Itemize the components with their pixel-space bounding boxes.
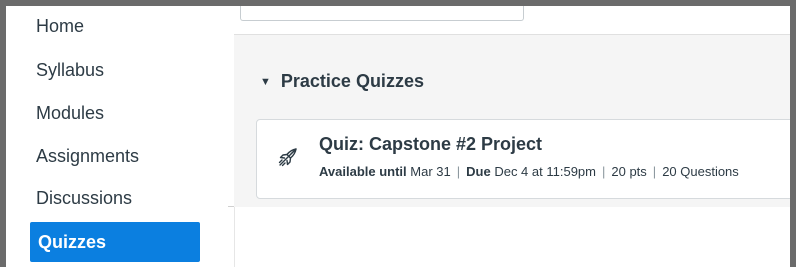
- available-label: Available until: [319, 164, 407, 179]
- separator: |: [652, 164, 657, 179]
- separator: |: [601, 164, 606, 179]
- available-value: Mar 31: [410, 164, 451, 179]
- top-input-box[interactable]: [240, 6, 524, 21]
- due-label: Due: [466, 164, 491, 179]
- quiz-details: Available until Mar 31 | Due Dec 4 at 11:5…: [319, 164, 739, 179]
- questions-count: 20 Questions: [662, 164, 739, 179]
- nav-item-discussions[interactable]: Discussions: [30, 178, 196, 218]
- nav-item-quizzes[interactable]: Quizzes: [30, 222, 200, 262]
- rocket-quiz-icon: [275, 146, 299, 170]
- due-value: Dec 4 at 11:59pm: [494, 164, 596, 179]
- points-value: 20 pts: [611, 164, 647, 179]
- nav-item-assignments[interactable]: Assignments: [30, 136, 196, 176]
- module-header[interactable]: ▼ Practice Quizzes: [260, 69, 424, 93]
- nav-item-syllabus[interactable]: Syllabus: [30, 50, 196, 90]
- quiz-title-link[interactable]: Quiz: Capstone #2 Project: [319, 134, 542, 155]
- page-frame: Home Syllabus Modules Assignments Discus…: [6, 6, 790, 267]
- nav-item-home[interactable]: Home: [30, 6, 196, 46]
- separator: |: [456, 164, 461, 179]
- course-navigation: Home Syllabus Modules Assignments Discus…: [6, 6, 228, 267]
- module-title: Practice Quizzes: [280, 71, 424, 91]
- nav-item-modules[interactable]: Modules: [30, 93, 196, 133]
- caret-down-icon: ▼: [260, 76, 271, 88]
- module-item-quiz[interactable]: Quiz: Capstone #2 Project Available unti…: [256, 119, 790, 199]
- module-practice-quizzes: ▼ Practice Quizzes Quiz: Capstone #2 Proj…: [234, 34, 790, 207]
